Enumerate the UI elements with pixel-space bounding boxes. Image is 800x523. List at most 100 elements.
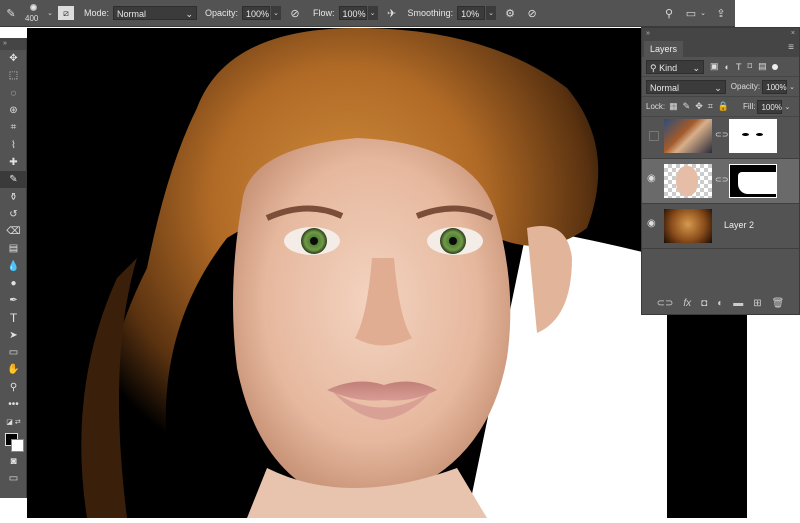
default-colors-icon[interactable]: ◪ ⇄ <box>0 413 27 430</box>
chevron-down-icon[interactable]: ⌄ <box>486 6 497 20</box>
tab-layers[interactable]: Layers <box>644 41 684 57</box>
brush-dot-icon <box>30 4 37 11</box>
layer-row-1[interactable]: ⊂⊃ <box>642 114 799 159</box>
quick-mask-icon[interactable]: ◙ <box>0 453 27 470</box>
brush-size-preview[interactable]: 400 <box>22 0 46 26</box>
trash-icon[interactable]: 🗑 <box>772 298 785 309</box>
history-brush-tool-icon[interactable]: ↺ <box>0 206 27 223</box>
filter-smart-object-icon[interactable]: ▤ <box>758 61 767 72</box>
layer-opacity-label: Opacity: <box>730 82 761 91</box>
brush-size-value: 400 <box>25 14 39 23</box>
add-mask-icon[interactable]: ◘ <box>701 298 707 309</box>
layer-row-2[interactable]: ◉ ⊂⊃ <box>642 159 799 204</box>
smoothing-input[interactable]: 10% <box>457 6 486 20</box>
fx-icon[interactable]: fx <box>683 298 691 309</box>
layer-mask-thumbnail-2[interactable] <box>729 164 777 198</box>
pen-tool-icon[interactable]: ✒ <box>0 292 27 309</box>
zoom-tool-icon[interactable]: ⚲ <box>0 379 27 396</box>
eraser-tool-icon[interactable]: ⌫ <box>0 223 27 240</box>
move-tool-icon[interactable]: ✥ <box>0 50 27 67</box>
lock-label: Lock: <box>646 102 666 111</box>
filter-kind-select[interactable]: ⚲ Kind ⌄ <box>646 59 704 74</box>
marquee-tool-icon[interactable]: ⬚ <box>0 67 27 84</box>
hand-tool-icon[interactable]: ✋ <box>0 361 27 378</box>
layer-row-3[interactable]: ◉ Layer 2 <box>642 204 799 249</box>
mask-eye-shape <box>742 133 749 136</box>
document-canvas[interactable] <box>27 28 747 518</box>
flow-input[interactable]: 100% <box>338 6 367 20</box>
blend-mode-select[interactable]: Normal ⌄ <box>646 79 726 94</box>
options-bar: ✎ 400 ⌄ ⧄ Mode: Normal ⌄ Opacity: 100% ⌄… <box>0 0 735 27</box>
airbrush-icon[interactable]: ✈ <box>384 7 400 20</box>
filter-toggle-icon[interactable] <box>771 63 778 70</box>
brush-settings-icon[interactable]: ⧄ <box>58 6 74 20</box>
chevron-down-icon[interactable]: ⌄ <box>367 6 378 20</box>
chevron-down-icon[interactable]: ⌄ <box>789 83 795 91</box>
filter-adjustment-icon[interactable]: ◐ <box>725 62 730 72</box>
chevron-down-icon[interactable]: ⌄ <box>46 9 54 17</box>
lock-all-icon[interactable]: 🔒 <box>718 101 729 112</box>
path-select-tool-icon[interactable]: ➤ <box>0 327 27 344</box>
blur-tool-icon[interactable]: 💧 <box>0 258 27 275</box>
lock-position-icon[interactable]: ✥ <box>695 101 703 112</box>
link-icon: ⊂⊃ <box>715 175 729 184</box>
filter-kind-value: Kind <box>659 62 678 73</box>
chevron-down-icon[interactable]: ⌄ <box>699 9 707 17</box>
fill-input[interactable]: 100% <box>757 99 783 114</box>
visibility-toggle-off[interactable] <box>649 131 659 141</box>
filter-shape-icon[interactable]: ⌑ <box>747 61 752 72</box>
layer-mask-thumbnail-1[interactable] <box>729 119 777 153</box>
quick-select-tool-icon[interactable]: ⊛ <box>0 102 27 119</box>
more-tools-icon[interactable]: ••• <box>0 396 27 413</box>
panel-tabs: Layers ≡ <box>642 39 799 57</box>
brush-preset-icon[interactable]: ✎ <box>0 7 22 20</box>
search-icon: ⚲ <box>650 62 657 73</box>
chevron-down-icon: ⌄ <box>692 62 700 73</box>
mask-eye-shape <box>756 133 763 136</box>
adjustment-layer-icon[interactable]: ◐ <box>717 298 723 309</box>
color-swatches[interactable] <box>0 431 27 453</box>
blend-mode-value: Normal <box>650 82 680 93</box>
pressure-size-icon[interactable]: ⊘ <box>524 7 540 20</box>
panel-collapse-icon[interactable]: » × <box>642 28 799 39</box>
lasso-tool-icon[interactable]: ◌ <box>0 85 27 102</box>
filter-pixel-icon[interactable]: ▣ <box>710 61 719 72</box>
opacity-input[interactable]: 100% <box>242 6 271 20</box>
layer-thumbnail-3 <box>664 209 712 243</box>
type-tool-icon[interactable]: T <box>0 309 27 326</box>
link-layers-icon[interactable]: ⊂⊃ <box>657 298 674 309</box>
eyedropper-tool-icon[interactable]: ⌇ <box>0 136 27 153</box>
chevron-down-icon[interactable]: ⌄ <box>784 103 790 111</box>
pressure-opacity-icon[interactable]: ⊘ <box>287 7 303 20</box>
new-group-icon[interactable]: ▬ <box>733 298 743 309</box>
mask-white-shape <box>738 172 776 194</box>
panel-menu-icon[interactable]: ≡ <box>788 42 794 53</box>
lock-transparent-icon[interactable]: ▦ <box>669 101 678 112</box>
lock-image-icon[interactable]: ✎ <box>683 101 691 112</box>
dodge-tool-icon[interactable]: ● <box>0 275 27 292</box>
filter-type-icon[interactable]: T <box>736 62 742 72</box>
eye-icon[interactable]: ◉ <box>647 173 656 184</box>
screen-mode-icon[interactable]: ▭ <box>0 470 27 487</box>
share-icon[interactable]: ⇪ <box>713 7 729 20</box>
mode-select[interactable]: Normal ⌄ <box>113 6 198 20</box>
clone-stamp-tool-icon[interactable]: ⚱ <box>0 188 27 205</box>
healing-brush-tool-icon[interactable]: ✚ <box>0 154 27 171</box>
gradient-tool-icon[interactable]: ▤ <box>0 240 27 257</box>
lock-artboard-icon[interactable]: ⌗ <box>708 101 713 112</box>
opacity-label: Opacity: <box>205 8 239 18</box>
brush-tool-icon[interactable]: ✎ <box>0 171 27 189</box>
gear-icon[interactable]: ⚙ <box>502 7 518 20</box>
workspace-icon[interactable]: ▭ <box>683 7 699 20</box>
fill-label: Fill: <box>743 102 756 111</box>
new-layer-icon[interactable]: ⊞ <box>753 298 761 309</box>
background-color-swatch[interactable] <box>11 438 24 452</box>
search-icon[interactable]: ⚲ <box>661 7 677 20</box>
crop-tool-icon[interactable]: ⌗ <box>0 119 27 136</box>
chevron-down-icon[interactable]: ⌄ <box>271 6 282 20</box>
rectangle-tool-icon[interactable]: ▭ <box>0 344 27 361</box>
blend-row: Normal ⌄ Opacity: 100% ⌄ <box>642 77 799 97</box>
toolbar-collapse-icon[interactable]: » <box>0 38 26 50</box>
layer-opacity-input[interactable]: 100% <box>762 79 788 94</box>
eye-icon[interactable]: ◉ <box>647 218 656 229</box>
